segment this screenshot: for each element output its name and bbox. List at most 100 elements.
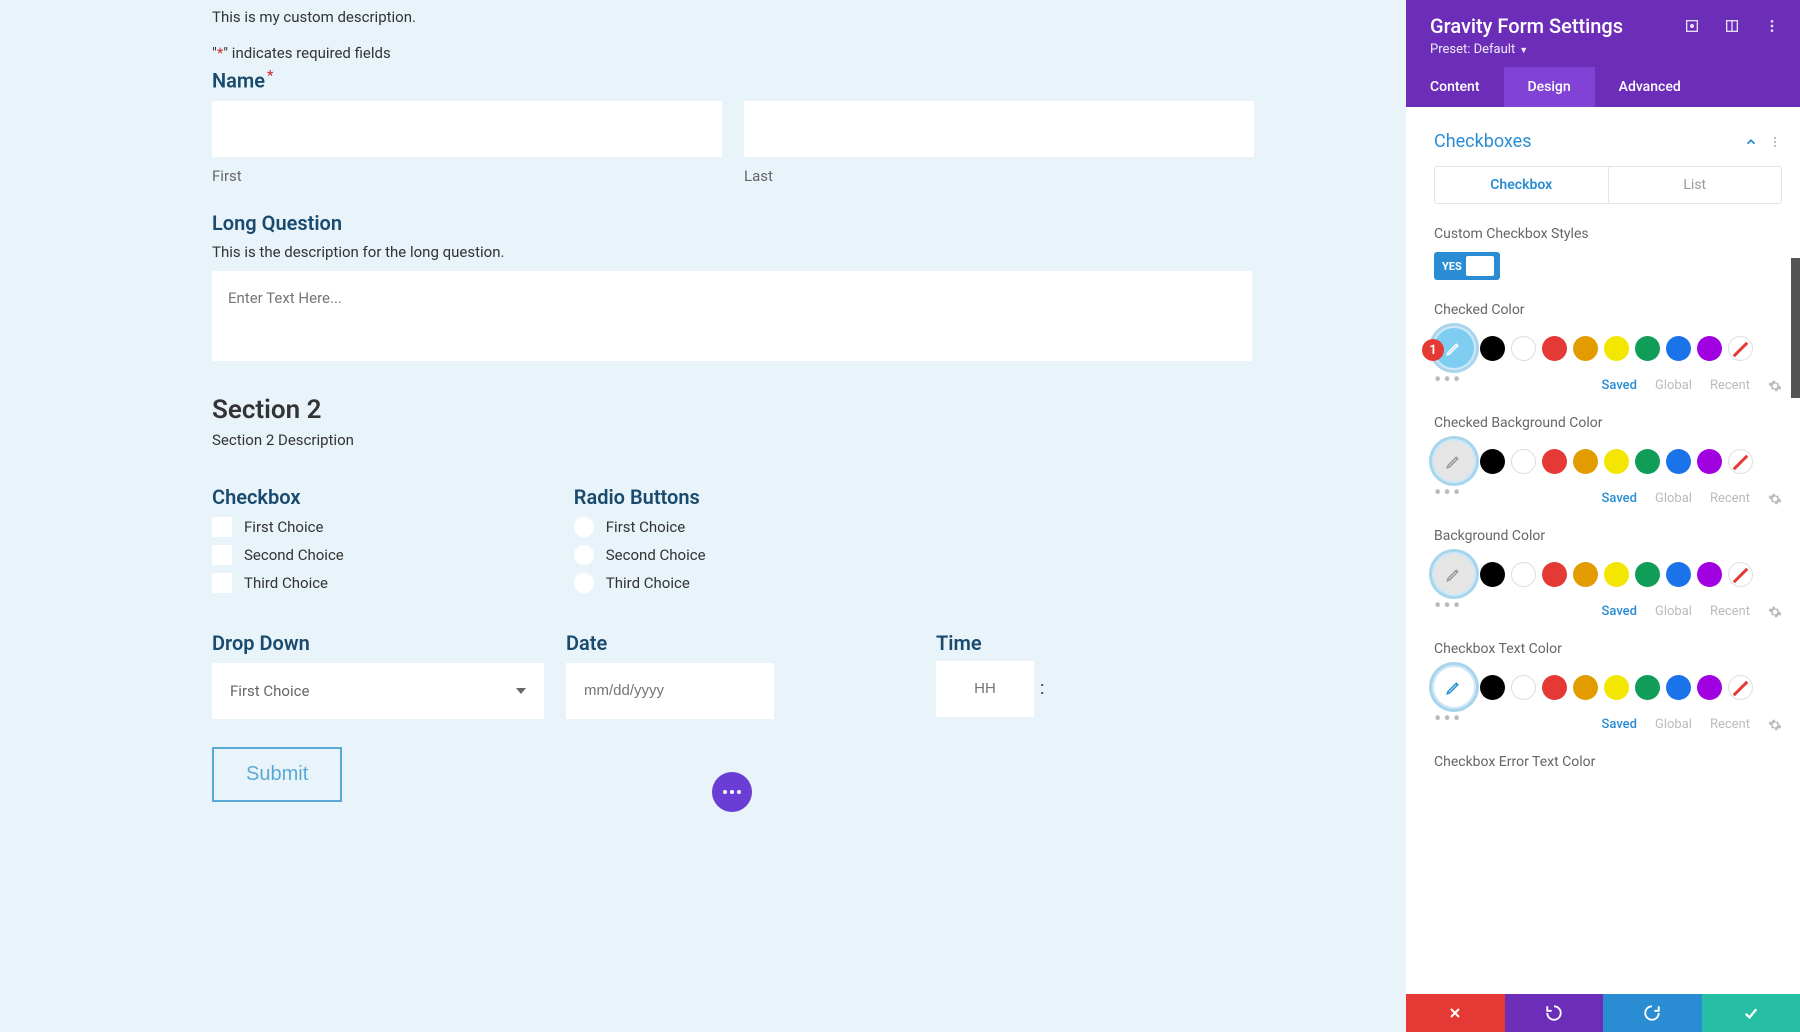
- swatch-red[interactable]: [1542, 562, 1567, 587]
- checkbox-option[interactable]: First Choice: [212, 517, 344, 537]
- swatch-tab-saved[interactable]: Saved: [1602, 717, 1637, 732]
- swatch-green[interactable]: [1635, 336, 1660, 361]
- scrollbar-thumb[interactable]: [1791, 258, 1800, 398]
- date-input[interactable]: [566, 663, 774, 719]
- swatch-tab-recent[interactable]: Recent: [1710, 604, 1750, 619]
- more-icon[interactable]: [1764, 18, 1780, 34]
- form-description: This is my custom description.: [212, 0, 1406, 44]
- checkbox-option[interactable]: Second Choice: [212, 545, 344, 565]
- swatch-orange[interactable]: [1573, 449, 1598, 474]
- swatch-tab-saved[interactable]: Saved: [1602, 491, 1637, 506]
- swatch-green[interactable]: [1635, 449, 1660, 474]
- swatch-purple[interactable]: [1697, 562, 1722, 587]
- last-name-input[interactable]: [744, 101, 1254, 157]
- long-question-label: Long Question: [212, 211, 1406, 235]
- long-question-input[interactable]: [212, 271, 1252, 361]
- swatch-black[interactable]: [1480, 336, 1505, 361]
- date-label: Date: [566, 631, 774, 655]
- swatch-tab-saved[interactable]: Saved: [1602, 378, 1637, 393]
- swatch-tab-saved[interactable]: Saved: [1602, 604, 1637, 619]
- more-vertical-icon[interactable]: [1768, 135, 1782, 149]
- swatch-green[interactable]: [1635, 562, 1660, 587]
- gear-icon[interactable]: [1768, 718, 1782, 732]
- checkboxes-section-header[interactable]: Checkboxes: [1434, 131, 1782, 152]
- radio-option[interactable]: First Choice: [574, 517, 706, 537]
- swatch-black[interactable]: [1480, 675, 1505, 700]
- swatch-purple[interactable]: [1697, 449, 1722, 474]
- swatch-white[interactable]: [1511, 675, 1536, 700]
- swatch-blue[interactable]: [1666, 675, 1691, 700]
- swatch-none[interactable]: [1728, 675, 1753, 700]
- swatch-yellow[interactable]: [1604, 449, 1629, 474]
- tab-design[interactable]: Design: [1504, 67, 1595, 107]
- swatch-orange[interactable]: [1573, 336, 1598, 361]
- swatch-tab-recent[interactable]: Recent: [1710, 717, 1750, 732]
- swatch-purple[interactable]: [1697, 336, 1722, 361]
- swatch-red[interactable]: [1542, 675, 1567, 700]
- more-swatches[interactable]: •••: [1434, 481, 1462, 506]
- swatch-orange[interactable]: [1573, 675, 1598, 700]
- more-swatches[interactable]: •••: [1434, 594, 1462, 619]
- swatch-blue[interactable]: [1666, 562, 1691, 587]
- section-2-title: Section 2: [212, 395, 1406, 425]
- more-swatches[interactable]: •••: [1434, 368, 1462, 393]
- checked-bg-label: Checked Background Color: [1434, 415, 1782, 431]
- radio-option[interactable]: Second Choice: [574, 545, 706, 565]
- swatch-tab-recent[interactable]: Recent: [1710, 378, 1750, 393]
- tab-advanced[interactable]: Advanced: [1595, 67, 1705, 107]
- swatch-white[interactable]: [1511, 336, 1536, 361]
- swatch-none[interactable]: [1728, 336, 1753, 361]
- swatch-yellow[interactable]: [1604, 562, 1629, 587]
- module-options-fab[interactable]: [712, 772, 752, 812]
- swatch-black[interactable]: [1480, 449, 1505, 474]
- time-hh-input[interactable]: [936, 661, 1034, 717]
- swatch-tab-global[interactable]: Global: [1655, 491, 1692, 506]
- swatch-yellow[interactable]: [1604, 675, 1629, 700]
- save-button[interactable]: [1702, 994, 1800, 1032]
- checkbox-label: Checkbox: [212, 485, 344, 509]
- swatch-white[interactable]: [1511, 449, 1536, 474]
- swatch-tab-recent[interactable]: Recent: [1710, 491, 1750, 506]
- cancel-button[interactable]: [1406, 994, 1505, 1032]
- checkbox-option[interactable]: Third Choice: [212, 573, 344, 593]
- submit-button[interactable]: Submit: [212, 747, 342, 802]
- gear-icon[interactable]: [1768, 492, 1782, 506]
- gear-icon[interactable]: [1768, 379, 1782, 393]
- tab-content[interactable]: Content: [1406, 67, 1504, 107]
- color-picker-icon[interactable]: [1434, 441, 1474, 481]
- swatch-blue[interactable]: [1666, 336, 1691, 361]
- swatch-green[interactable]: [1635, 675, 1660, 700]
- swatch-red[interactable]: [1542, 336, 1567, 361]
- redo-button[interactable]: [1603, 994, 1702, 1032]
- swatch-blue[interactable]: [1666, 449, 1691, 474]
- swatch-purple[interactable]: [1697, 675, 1722, 700]
- undo-button[interactable]: [1505, 994, 1604, 1032]
- more-swatches[interactable]: •••: [1434, 707, 1462, 732]
- sidebar-title: Gravity Form Settings: [1430, 14, 1623, 38]
- radio-label: Radio Buttons: [574, 485, 706, 509]
- columns-icon[interactable]: [1724, 18, 1740, 34]
- swatch-tab-global[interactable]: Global: [1655, 378, 1692, 393]
- color-picker-icon[interactable]: [1434, 554, 1474, 594]
- swatch-tab-global[interactable]: Global: [1655, 604, 1692, 619]
- preset-dropdown[interactable]: Preset: Default▼: [1430, 42, 1780, 57]
- swatch-none[interactable]: [1728, 562, 1753, 587]
- swatch-none[interactable]: [1728, 449, 1753, 474]
- swatch-yellow[interactable]: [1604, 336, 1629, 361]
- custom-styles-toggle[interactable]: YES: [1434, 252, 1500, 280]
- expand-icon[interactable]: [1684, 18, 1700, 34]
- radio-option[interactable]: Third Choice: [574, 573, 706, 593]
- first-name-input[interactable]: [212, 101, 722, 157]
- gear-icon[interactable]: [1768, 605, 1782, 619]
- swatch-black[interactable]: [1480, 562, 1505, 587]
- swatch-tab-global[interactable]: Global: [1655, 717, 1692, 732]
- dropdown-select[interactable]: First Choice: [212, 663, 544, 719]
- radio-dot-icon: [574, 517, 594, 537]
- swatch-red[interactable]: [1542, 449, 1567, 474]
- subtab-list[interactable]: List: [1608, 167, 1782, 203]
- swatch-white[interactable]: [1511, 562, 1536, 587]
- subtab-checkbox[interactable]: Checkbox: [1435, 167, 1608, 203]
- name-label: Name*: [212, 68, 1406, 93]
- swatch-orange[interactable]: [1573, 562, 1598, 587]
- color-picker-icon[interactable]: [1434, 667, 1474, 707]
